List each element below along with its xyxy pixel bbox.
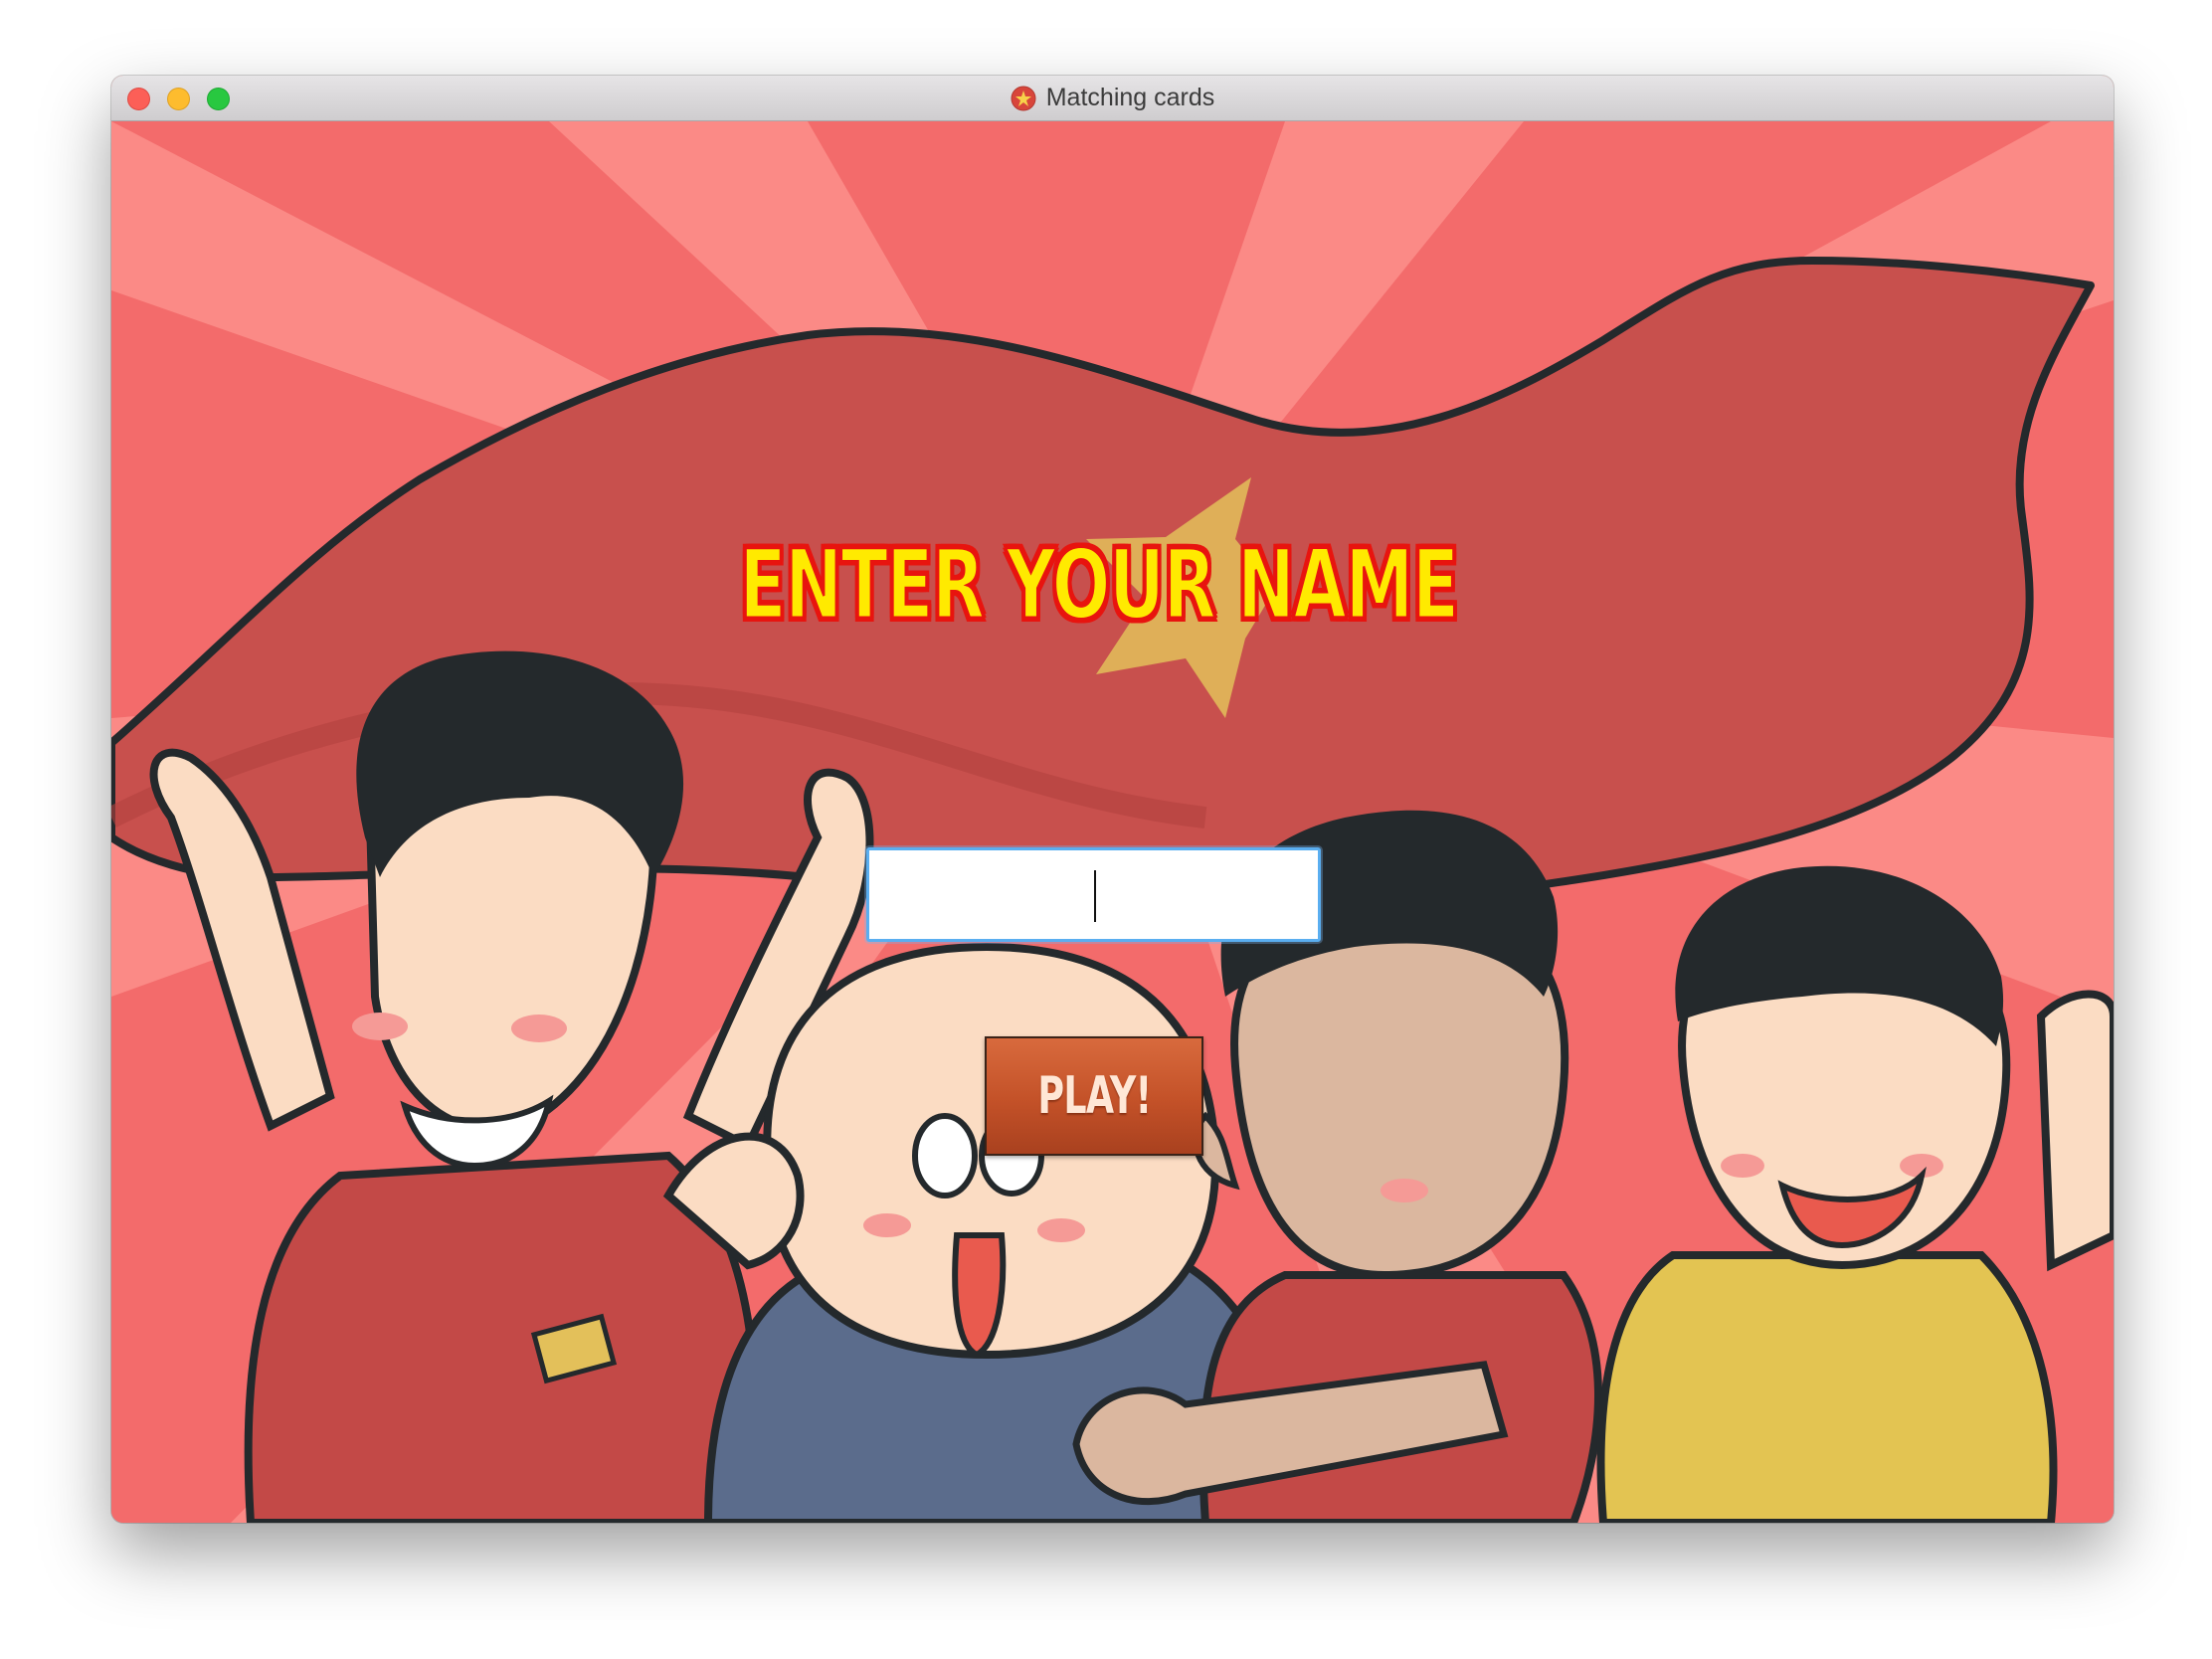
title-bar[interactable]: Matching cards [111, 76, 2114, 121]
vietnam-flag-icon [1011, 86, 1036, 110]
play-button[interactable]: PLAY! [985, 1036, 1203, 1156]
window-title: Matching cards [111, 76, 2114, 120]
window-title-text: Matching cards [1045, 84, 1215, 111]
page-title: ENTER YOUR NAME [738, 529, 1460, 642]
play-button-label: PLAY! [1036, 1066, 1152, 1126]
text-caret [1094, 870, 1096, 922]
game-screen: ENTER YOUR NAME PLAY! [111, 121, 2114, 1523]
name-input[interactable] [866, 847, 1322, 942]
background-illustration [111, 121, 2114, 1523]
app-window: Matching cards ENTER YOUR NAME PLAY! [111, 76, 2114, 1523]
